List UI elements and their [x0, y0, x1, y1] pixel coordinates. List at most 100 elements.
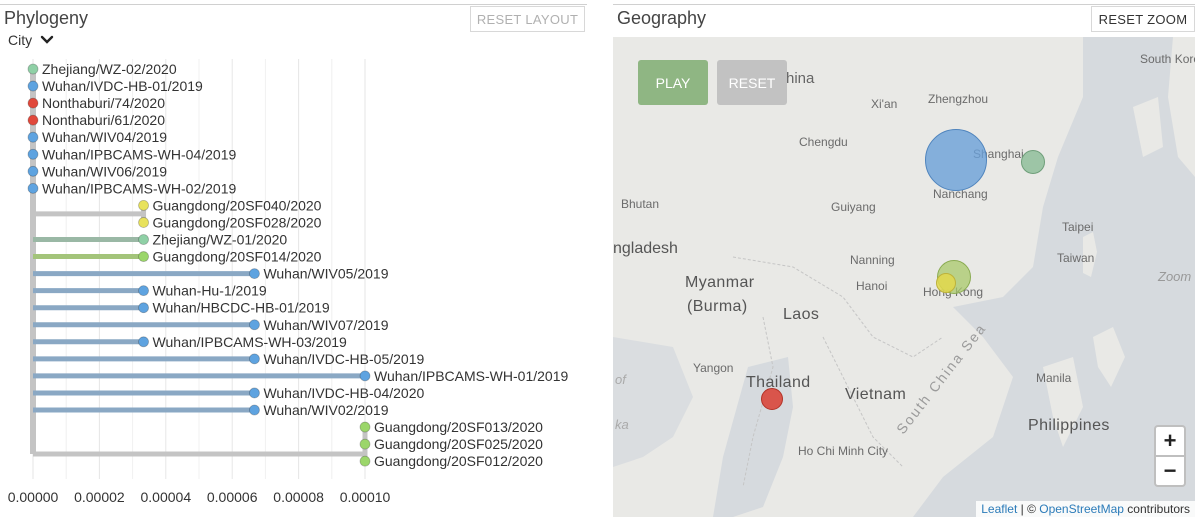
axis-tick-label: 0.00010 [339, 489, 391, 505]
phylogeny-header: Phylogeny RESET LAYOUT [0, 4, 587, 34]
osm-link[interactable]: OpenStreetMap [1039, 502, 1124, 516]
tree-tip[interactable] [138, 234, 149, 245]
tip-label: Wuhan/IVDC-HB-04/2020 [263, 385, 424, 401]
bubble-guangdong-yellow[interactable] [936, 273, 956, 293]
geography-panel: Geography RESET ZOOM hina South Korea Xi… [613, 4, 1195, 521]
geography-title: Geography [617, 8, 707, 28]
map-label-china: hina [786, 70, 815, 87]
tip-label: Wuhan/IPBCAMS-WH-01/2019 [374, 368, 568, 384]
map-label-philippines: Philippines [1028, 417, 1110, 434]
map-label-nanning: Nanning [850, 253, 895, 267]
axis-tick-label: 0.00006 [206, 489, 258, 505]
tree-tip[interactable] [27, 97, 39, 109]
tree-tip[interactable] [27, 165, 39, 177]
axis-tick-label: 0.00008 [273, 489, 324, 505]
zoom-in-button[interactable]: + [1154, 425, 1186, 457]
map-label-manila: Manila [1036, 371, 1072, 385]
phylogeny-panel: Phylogeny RESET LAYOUT City Zhejiang/WZ-… [0, 4, 587, 521]
axis-tick-label: 0.00000 [7, 489, 59, 505]
attribution-separator: | © [1017, 502, 1040, 516]
tip-label: Wuhan/IVDC-HB-05/2019 [263, 351, 424, 367]
axis-tick-label: 0.00002 [74, 489, 125, 505]
tip-label: Wuhan/IPBCAMS-WH-03/2019 [153, 334, 347, 350]
map-label-ho-chi-minh: Ho Chi Minh City [798, 444, 889, 458]
tip-label: Guangdong/20SF014/2020 [153, 249, 322, 265]
map-label-myanmar: Myanmar [685, 274, 755, 291]
tree-tip[interactable] [138, 217, 149, 228]
tree-tip[interactable] [27, 80, 39, 92]
tip-label: Wuhan/IPBCAMS-WH-04/2019 [42, 146, 236, 162]
tip-label: Wuhan/WIV07/2019 [263, 317, 388, 333]
geography-header: Geography RESET ZOOM [613, 4, 1195, 34]
tree-tip[interactable] [27, 114, 39, 126]
leaflet-link[interactable]: Leaflet [981, 502, 1017, 516]
tree-tip[interactable] [359, 438, 371, 450]
map-attribution: Leaflet | © OpenStreetMap contributors [976, 501, 1195, 517]
map-label-zhengzhou: Zhengzhou [928, 92, 989, 106]
tree-tip[interactable] [27, 131, 39, 143]
map-label-yangon: Yangon [693, 361, 734, 375]
tree-tip[interactable] [27, 182, 39, 194]
tip-label: Guangdong/20SF025/2020 [374, 436, 543, 452]
bubble-wuhan[interactable] [925, 129, 987, 191]
tree-tip[interactable] [249, 387, 260, 399]
tree-tip[interactable] [138, 302, 149, 314]
map-label-zoom-partial: Zoom [1158, 269, 1192, 284]
tip-label: Zhejiang/WZ-01/2020 [153, 232, 288, 248]
tip-label: Guangdong/20SF012/2020 [374, 453, 543, 469]
color-by-value: City [8, 32, 33, 48]
reset-zoom-button[interactable]: RESET ZOOM [1091, 6, 1195, 32]
reset-layout-button[interactable]: RESET LAYOUT [470, 6, 585, 32]
tree-tip[interactable] [138, 336, 149, 348]
tree-tip[interactable] [359, 370, 371, 382]
tip-label: Wuhan/WIV06/2019 [42, 163, 167, 179]
tip-label: Nonthaburi/74/2020 [42, 95, 165, 111]
tree-tip[interactable] [249, 319, 260, 331]
bubble-thailand[interactable] [761, 388, 783, 410]
color-by-select[interactable]: City [8, 32, 54, 48]
play-button[interactable]: PLAY [638, 60, 708, 105]
map-label-burma: (Burma) [687, 298, 748, 315]
map-label-taiwan: Taiwan [1057, 251, 1095, 265]
map-label-bhutan: Bhutan [621, 197, 660, 211]
map-label-xian: Xi'an [871, 97, 898, 111]
tip-label: Guangdong/20SF013/2020 [374, 419, 543, 435]
tip-label: Wuhan/HBCDC-HB-01/2019 [153, 300, 330, 316]
tree-tip[interactable] [249, 404, 260, 416]
attribution-suffix: contributors [1123, 502, 1190, 516]
divergence-axis: 0.00000 0.00002 0.00004 0.00006 0.00008 0.000… [0, 489, 587, 513]
chevron-down-icon [40, 35, 54, 44]
map-label-south-korea: South Korea [1140, 52, 1195, 66]
tree-tip[interactable] [249, 353, 260, 365]
tip-label: Guangdong/20SF040/2020 [153, 197, 322, 213]
map-label-hanoi: Hanoi [856, 279, 888, 293]
tip-label: Nonthaburi/61/2020 [42, 112, 165, 128]
map-label-sea-partial: ka [615, 417, 629, 432]
bubble-zhejiang[interactable] [1021, 150, 1045, 174]
tree-tip[interactable] [138, 285, 149, 297]
reset-button[interactable]: RESET [717, 60, 787, 105]
tip-label: Guangdong/20SF028/2020 [153, 214, 322, 230]
tree-tip[interactable] [138, 199, 149, 211]
map-label-laos: Laos [783, 306, 820, 323]
map-label-bay-partial: of [615, 372, 626, 387]
tree-tip[interactable] [359, 421, 371, 433]
tip-label: Wuhan/WIV04/2019 [42, 129, 167, 145]
zoom-out-button[interactable]: − [1154, 455, 1186, 487]
map-label-chengdu: Chengdu [799, 135, 848, 149]
map-label-guiyang: Guiyang [831, 200, 876, 214]
map[interactable]: hina South Korea Xi'an Zhengzhou Chengdu… [613, 37, 1195, 517]
tree-tip[interactable] [249, 268, 260, 280]
tip-label: Wuhan/WIV05/2019 [263, 266, 388, 282]
axis-tick-label: 0.00004 [140, 489, 192, 505]
tree-tip[interactable] [27, 148, 39, 160]
tree-tip[interactable] [359, 455, 371, 467]
tip-label: Wuhan/WIV02/2019 [263, 402, 388, 418]
tip-label: Zhejiang/WZ-02/2020 [42, 61, 177, 77]
tip-label: Wuhan-Hu-1/2019 [153, 283, 267, 299]
tree-tip[interactable] [27, 63, 39, 75]
phylogeny-tree: Zhejiang/WZ-02/2020Wuhan/IVDC-HB-01/2019… [27, 59, 568, 479]
map-label-vietnam: Vietnam [845, 386, 907, 403]
tree-tip[interactable] [138, 251, 149, 262]
tip-label: Wuhan/IPBCAMS-WH-02/2019 [42, 180, 236, 196]
